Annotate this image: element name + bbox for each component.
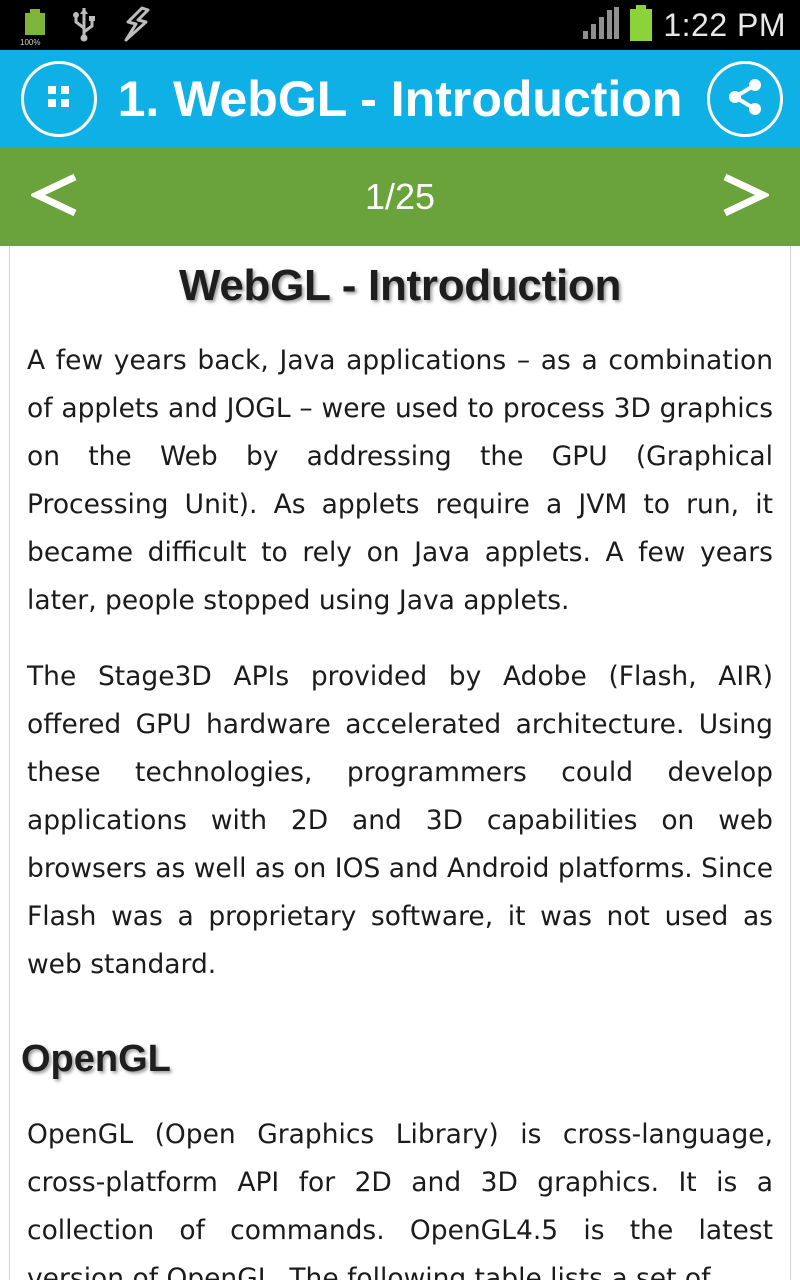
- status-time: 1:22 PM: [663, 6, 786, 43]
- debug-icon: [120, 6, 152, 46]
- article-paragraph: The Stage3D APIs provided by Adobe (Flas…: [27, 661, 773, 980]
- battery-full-small-icon: 100%: [20, 9, 48, 47]
- status-bar: 100% 1:22 PM: [0, 0, 800, 50]
- status-system: 1:22 PM: [583, 0, 786, 50]
- page-title: 1. WebGL - Introduction: [117, 71, 683, 127]
- share-button[interactable]: [707, 61, 783, 137]
- grid-menu-icon: [48, 86, 70, 112]
- section-heading: OpenGL: [21, 1038, 171, 1080]
- chevron-left-icon: [28, 173, 79, 221]
- usb-icon: [70, 6, 98, 46]
- article-title: WebGL - Introduction: [178, 261, 622, 310]
- previous-page-button[interactable]: [10, 148, 100, 246]
- next-page-button[interactable]: [700, 148, 790, 246]
- page-indicator: 1/25: [364, 176, 436, 217]
- share-icon: [725, 77, 765, 121]
- article-paragraph: A few years back, Java applications – as…: [27, 345, 773, 616]
- status-notifications: 100%: [20, 6, 152, 47]
- battery-icon: [629, 5, 653, 45]
- signal-icon: [583, 7, 620, 43]
- pager-bar: 1/25: [0, 148, 800, 246]
- article-content[interactable]: WebGL - Introduction A few years back, J…: [9, 246, 791, 1280]
- section-paragraph: OpenGL (Open Graphics Library) is cross-…: [27, 1119, 773, 1280]
- app-bar: 1. WebGL - Introduction: [0, 50, 800, 148]
- battery-small-label: 100%: [20, 38, 41, 47]
- menu-button[interactable]: [21, 61, 97, 137]
- chevron-right-icon: [721, 173, 772, 221]
